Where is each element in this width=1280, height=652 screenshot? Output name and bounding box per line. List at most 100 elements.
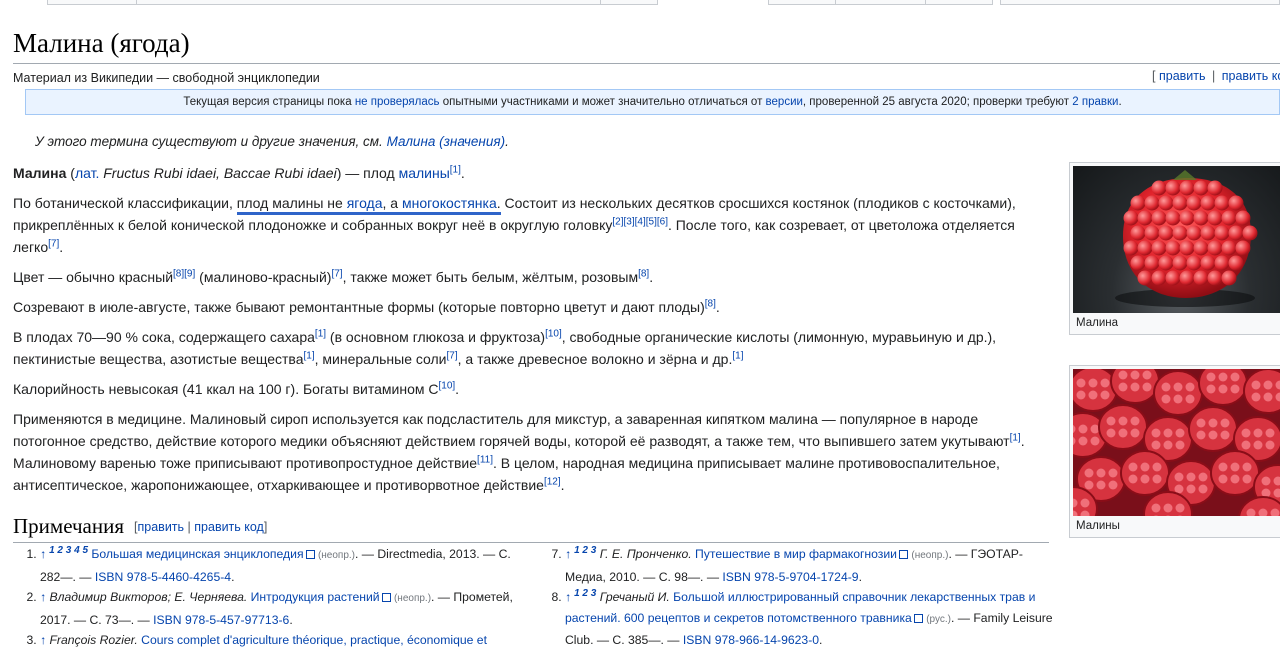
drupelet: [1235, 240, 1251, 256]
drupelet: [1228, 195, 1244, 211]
footnote-ref[interactable]: [1]: [1010, 432, 1021, 443]
footnote-ref[interactable]: [1]: [315, 328, 326, 339]
thumbnail-raspberry[interactable]: Малина: [1069, 162, 1280, 335]
polydrupe-link[interactable]: многокостянка: [402, 195, 497, 211]
isbn-link[interactable]: ISBN 978-5-9704-1724-9: [722, 570, 858, 584]
pending-edits-link[interactable]: 2 правки: [1072, 96, 1118, 108]
notice-text: .: [1118, 96, 1122, 108]
thumbnail-raspberries[interactable]: Малины: [1069, 365, 1280, 538]
drupelet: [1137, 210, 1153, 226]
tab-bar-right[interactable]: [768, 0, 993, 5]
reference-item: ↑1 2 3 4 5 Большая медицинская энциклопе…: [40, 544, 530, 587]
section-edit-code-link[interactable]: править код: [194, 520, 264, 534]
reference-title-link[interactable]: Путешествие в мир фармакогнозии: [695, 547, 897, 561]
isbn-link[interactable]: ISBN 978-5-4460-4265-4: [95, 570, 231, 584]
search-box-cropped[interactable]: [1000, 0, 1280, 5]
reference-author: Владимир Викторов; Е. Черняева.: [49, 590, 248, 604]
drupelet: [1130, 225, 1146, 241]
backlinks[interactable]: 1 2 3: [574, 545, 596, 556]
drupelet: [1163, 440, 1173, 450]
isbn-link[interactable]: ISBN 978-966-14-9623-0: [683, 633, 819, 647]
berry: [1153, 370, 1203, 416]
drupelet: [1076, 390, 1086, 400]
paragraph-color: Цвет — обычно красный[8][9] (малиново-кр…: [13, 266, 1053, 288]
drupelet: [1265, 440, 1275, 450]
reference-title-link[interactable]: Большая медицинская энциклопедия: [91, 547, 303, 561]
drupelet: [1088, 378, 1098, 388]
raspberry-photo[interactable]: [1073, 166, 1280, 313]
footnote-ref[interactable]: [12]: [544, 476, 561, 487]
drupelet: [1214, 195, 1230, 211]
reference-title-link[interactable]: Интродукция растений: [251, 590, 380, 604]
backlink-arrow[interactable]: ↑: [40, 633, 46, 647]
tab-bar-left[interactable]: [47, 0, 658, 5]
drupelet: [1251, 380, 1261, 390]
isbn-link[interactable]: ISBN 978-5-457-97713-6: [153, 613, 289, 627]
section-edit-link[interactable]: править: [138, 520, 185, 534]
drupelet: [1230, 462, 1240, 472]
drupelet: [1196, 430, 1206, 440]
drupelet: [1163, 503, 1173, 513]
footnote-ref[interactable]: [2][3][4][5][6]: [612, 216, 668, 227]
drupelet: [1137, 240, 1153, 256]
drupelet: [1108, 468, 1118, 478]
paragraph-ripening: Созревают в июле-августе, также бывают р…: [13, 296, 1053, 318]
berry-link[interactable]: ягода: [347, 195, 383, 211]
footnote-ref[interactable]: [1]: [450, 164, 461, 175]
drupelet: [1130, 416, 1140, 426]
notice-text: , проверенной 25 августа 2020; проверки …: [802, 96, 1070, 108]
drupelet: [1241, 440, 1251, 450]
drupelet: [1206, 384, 1216, 394]
berry: [1073, 369, 1118, 412]
drupelet: [1241, 428, 1251, 438]
backlink-arrow[interactable]: ↑: [565, 590, 571, 604]
latin-link[interactable]: лат.: [75, 165, 99, 181]
drupelet: [1151, 440, 1161, 450]
footnote-ref[interactable]: [7]: [48, 238, 59, 249]
drupelet: [1108, 480, 1118, 490]
raspberries-photo[interactable]: [1073, 369, 1280, 516]
drupelet: [1106, 428, 1116, 438]
disambiguation-link[interactable]: Малина (значения): [387, 134, 506, 149]
backlinks[interactable]: 1 2 3 4 5: [49, 545, 88, 556]
hatnote-text: У этого термина существуют и другие знач…: [35, 134, 383, 149]
backlink-arrow[interactable]: ↑: [565, 547, 571, 561]
footnote-ref[interactable]: [10]: [545, 328, 562, 339]
footnote-ref[interactable]: [1]: [304, 350, 315, 361]
text: .: [858, 569, 862, 584]
drupelet: [1207, 240, 1223, 256]
access-note: (неопр.): [317, 550, 356, 561]
footnote-ref[interactable]: [8]: [705, 298, 716, 309]
footnote-ref[interactable]: [10]: [438, 380, 455, 391]
footnote-ref[interactable]: [8]: [638, 268, 649, 279]
drupelet: [1140, 462, 1150, 472]
reference-title-link[interactable]: Cours complet d'agriculture théorique, p…: [141, 633, 487, 647]
edit-code-link[interactable]: править ко: [1222, 69, 1280, 83]
drupelet: [1128, 462, 1138, 472]
edit-link[interactable]: править: [1159, 69, 1206, 83]
drupelet: [1193, 180, 1209, 196]
backlink-arrow[interactable]: ↑: [40, 590, 46, 604]
raspberry-plant-link[interactable]: малины: [399, 165, 450, 181]
drupelet: [1130, 382, 1140, 392]
thumbnail-caption: Малины: [1076, 520, 1120, 532]
drupelet: [1206, 372, 1216, 382]
drupelet: [1158, 225, 1174, 241]
hatnote-end: .: [505, 134, 509, 149]
footnote-ref[interactable]: [7]: [447, 350, 458, 361]
drupelet: [1253, 440, 1263, 450]
footnote-ref[interactable]: [8][9]: [173, 268, 195, 279]
footnote-ref[interactable]: [1]: [732, 350, 743, 361]
text: , а: [382, 195, 402, 211]
drupelet: [1263, 380, 1273, 390]
drupelet: [1175, 440, 1185, 450]
drupelet: [1265, 428, 1275, 438]
drupelet: [1172, 255, 1188, 271]
text: .: [715, 299, 720, 315]
version-link[interactable]: версии: [766, 96, 803, 108]
not-reviewed-link[interactable]: не проверялась: [355, 96, 440, 108]
footnote-ref[interactable]: [7]: [331, 268, 342, 279]
backlink-arrow[interactable]: ↑: [40, 547, 46, 561]
backlinks[interactable]: 1 2 3: [574, 588, 596, 599]
footnote-ref[interactable]: [11]: [477, 454, 493, 465]
